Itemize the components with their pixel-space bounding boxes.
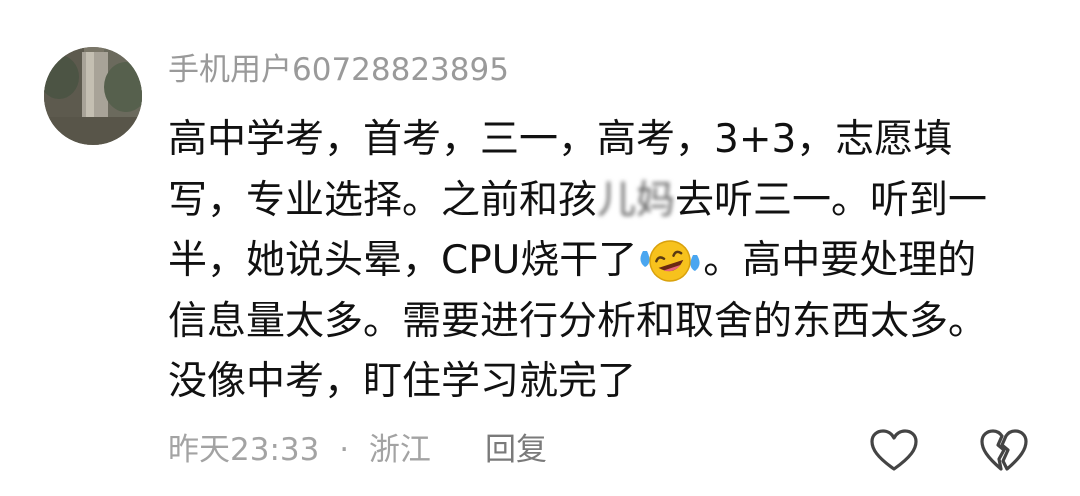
username[interactable]: 手机用户60728823895	[168, 50, 509, 90]
comment-text: 。高中要处理的	[703, 238, 977, 283]
comment-meta: 昨天23:33 · 浙江 回复	[168, 430, 547, 470]
timestamp: 昨天23:33	[168, 432, 320, 468]
comment-text: 去听三一。听到一	[675, 177, 988, 223]
comment-line: 没像中考，盯住学习就完了	[168, 359, 637, 404]
comment-line: 信息量太多。需要进行分析和取舍的东西太多。	[168, 298, 988, 344]
comment-line: 半，她说头晕，CPU烧干了 。高中要处理的	[168, 231, 1048, 292]
comment-body: 高中学考，首考，三一，高考，3+3，志愿填 写，专业选择。之前和孩儿妈去听三一。…	[168, 110, 1048, 413]
comment-text: 半，她说头晕，CPU烧干了	[168, 238, 638, 283]
meta-separator: ·	[339, 432, 350, 468]
heart-outline-icon[interactable]	[869, 428, 919, 474]
avatar-image	[44, 47, 142, 145]
avatar[interactable]	[44, 47, 142, 145]
broken-heart-outline-icon[interactable]	[979, 428, 1029, 474]
laughing-with-tears-emoji-icon	[639, 237, 701, 283]
comment-line: 写，专业选择。之前和孩儿妈去听三一。听到一	[168, 171, 1048, 232]
blurred-text: 儿妈	[597, 177, 676, 223]
reply-button[interactable]: 回复	[485, 430, 547, 470]
comment-line: 高中学考，首考，三一，高考，3+3，志愿填	[168, 117, 953, 162]
comment-item: 手机用户60728823895 高中学考，首考，三一，高考，3+3，志愿填 写，…	[0, 0, 1080, 496]
comment-text: 写，专业选择。之前和孩	[168, 177, 598, 223]
location: 浙江	[368, 432, 431, 468]
